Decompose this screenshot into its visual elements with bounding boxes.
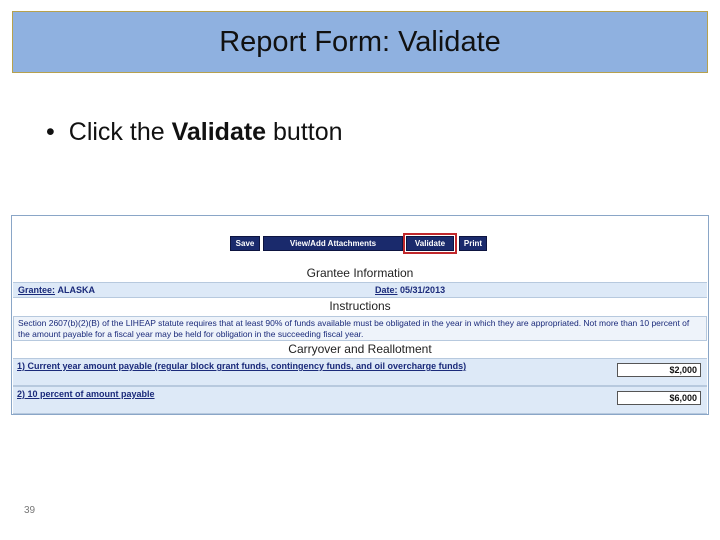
view-add-attachments-button[interactable]: View/Add Attachments	[263, 236, 403, 251]
slide-title: Report Form: Validate	[219, 25, 501, 58]
bullet-bold-text: Validate	[171, 118, 267, 146]
print-button[interactable]: Print	[459, 236, 487, 251]
grantee-row: Grantee: ALASKA Date: 05/31/2013	[13, 282, 707, 298]
validate-highlight-box	[403, 233, 457, 254]
carryover-section-title: Carryover and Reallotment	[288, 342, 432, 356]
bullet-prefix: Click the	[68, 118, 172, 146]
instructions-title: Instructions	[329, 299, 391, 313]
line2-row: 2) 10 percent of amount payable $6,000	[13, 386, 707, 414]
grantee-value: ALASKA	[57, 285, 96, 295]
page-number: 39	[24, 505, 36, 516]
instruction-bullet: • Click the Validate button	[46, 118, 343, 147]
save-button[interactable]: Save	[230, 236, 260, 251]
instructions-text: Section 2607(b)(2)(B) of the LIHEAP stat…	[13, 316, 707, 341]
date-value: 05/31/2013	[400, 285, 446, 295]
line2-amount-field[interactable]: $6,000	[617, 391, 701, 405]
grantee-section-title: Grantee Information	[306, 266, 414, 280]
line1-row: 1) Current year amount payable (regular …	[13, 358, 707, 386]
line2-label: 2) 10 percent of amount payable	[17, 389, 155, 399]
line1-label: 1) Current year amount payable (regular …	[17, 361, 467, 371]
slide-title-bar: Report Form: Validate	[12, 11, 708, 73]
report-form-screenshot: Save View/Add Attachments Validate Print…	[11, 215, 709, 415]
bullet-suffix: button	[266, 118, 343, 146]
grantee-label: Grantee:	[18, 285, 56, 295]
date-label: Date:	[375, 285, 398, 295]
bullet-dot: •	[46, 118, 55, 146]
line1-amount-field[interactable]: $2,000	[617, 363, 701, 377]
